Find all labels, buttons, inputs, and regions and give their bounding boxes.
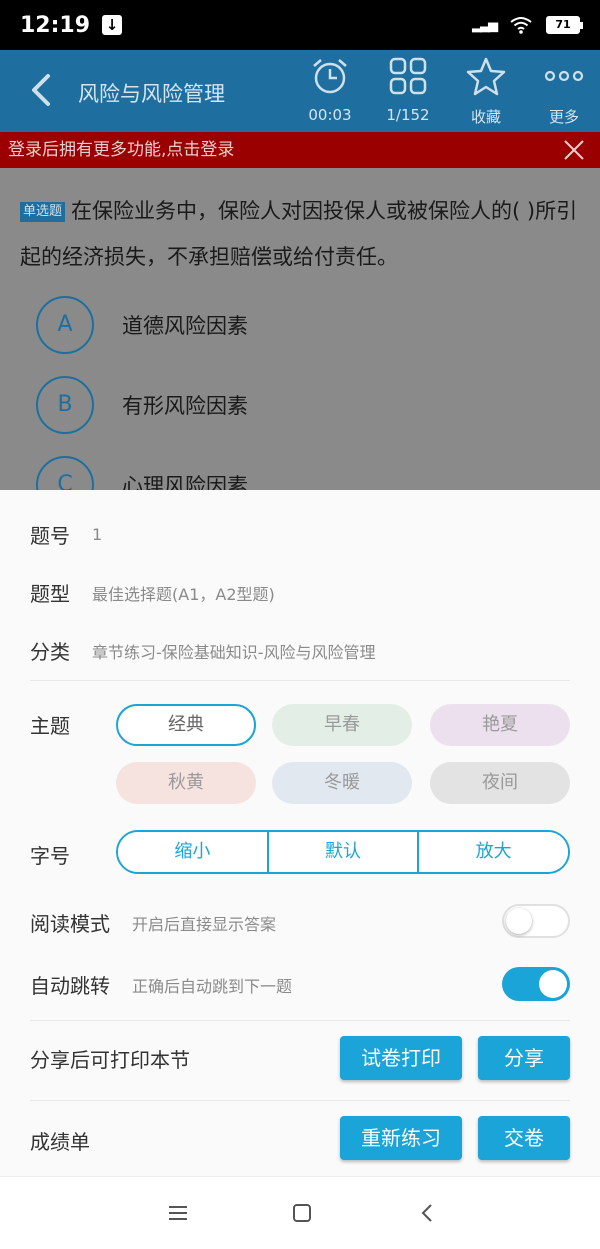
more-label: 更多 xyxy=(548,108,579,126)
option-letter: C xyxy=(36,456,94,490)
share-key: 分享后可打印本节 xyxy=(30,1048,190,1072)
back-icon[interactable] xyxy=(416,1201,440,1225)
font-larger-button[interactable]: 放大 xyxy=(419,832,568,872)
signal-icon: ▂▃▅ xyxy=(472,17,498,33)
question-type-value: 最佳选择题(A1，A2型题) xyxy=(92,584,275,604)
read-mode-desc: 开启后直接显示答案 xyxy=(132,914,277,934)
print-paper-button[interactable]: 试卷打印 xyxy=(340,1036,462,1080)
timer-button[interactable]: 00:03 xyxy=(295,56,365,124)
auto-jump-key: 自动跳转 xyxy=(30,974,110,998)
submit-paper-button[interactable]: 交卷 xyxy=(478,1116,570,1160)
question-body: 在保险业务中，保险人对因投保人或被保险人的( )所引起的经济损失，不承担赔偿或给… xyxy=(20,199,578,269)
theme-summer-button[interactable]: 艳夏 xyxy=(430,704,570,746)
share-button[interactable]: 分享 xyxy=(478,1036,570,1080)
auto-jump-desc: 正确后自动跳到下一题 xyxy=(132,976,293,996)
read-mode-key: 阅读模式 xyxy=(30,912,110,936)
question-type-key: 题型 xyxy=(30,582,70,606)
toggle-knob xyxy=(539,970,567,998)
theme-classic-button[interactable]: 经典 xyxy=(116,704,256,746)
wifi-icon xyxy=(510,17,532,34)
question-type-row: 题型 最佳选择题(A1，A2型题) xyxy=(30,578,570,607)
divider xyxy=(30,1020,570,1021)
divider xyxy=(30,1100,570,1101)
theme-spring-button[interactable]: 早春 xyxy=(272,704,412,746)
settings-sheet: 题号 1 题型 最佳选择题(A1，A2型题) 分类 章节练习-保险基础知识-风险… xyxy=(0,490,600,1176)
category-value: 章节练习-保险基础知识-风险与风险管理 xyxy=(92,642,376,662)
option-letter: A xyxy=(36,296,94,354)
more-icon xyxy=(544,70,584,82)
app-header: 风险与风险管理 00:03 1/152 收藏 更多 xyxy=(0,50,600,132)
question-number-row: 题号 1 xyxy=(30,520,570,549)
question-text: 单选题 在保险业务中，保险人对因投保人或被保险人的( )所引起的经济损失，不承担赔… xyxy=(20,188,580,280)
option-text: 有形风险因素 xyxy=(122,394,248,418)
category-key: 分类 xyxy=(30,640,70,664)
auto-jump-row: 自动跳转 正确后自动跳到下一题 xyxy=(30,970,570,999)
score-key: 成绩单 xyxy=(30,1130,90,1154)
favorite-button[interactable]: 收藏 xyxy=(451,56,521,127)
theme-key: 主题 xyxy=(30,714,70,738)
theme-night-button[interactable]: 夜间 xyxy=(430,762,570,804)
font-size-segmented-control: 缩小 默认 放大 xyxy=(116,830,570,874)
question-number-key: 题号 xyxy=(30,524,70,548)
question-area: 单选题 在保险业务中，保险人对因投保人或被保险人的( )所引起的经济损失，不承担赔… xyxy=(0,168,600,490)
theme-autumn-button[interactable]: 秋黄 xyxy=(116,762,256,804)
menu-icon[interactable] xyxy=(166,1201,190,1225)
question-number-value: 1 xyxy=(92,525,103,544)
toggle-knob xyxy=(506,908,532,934)
font-default-button[interactable]: 默认 xyxy=(268,832,420,872)
divider xyxy=(30,680,570,681)
alarm-clock-icon xyxy=(313,59,347,94)
login-banner-text: 登录后拥有更多功能,点击登录 xyxy=(8,140,235,160)
read-mode-toggle[interactable] xyxy=(502,904,570,938)
option-c[interactable]: C 心理风险因素 xyxy=(36,456,576,490)
question-type-tag: 单选题 xyxy=(20,202,66,222)
timer-label: 00:03 xyxy=(308,106,352,124)
system-nav-bar xyxy=(0,1176,600,1249)
option-text: 心理风险因素 xyxy=(122,474,248,490)
page-title: 风险与风险管理 xyxy=(78,82,225,106)
status-time: 12:19 xyxy=(20,12,91,38)
read-mode-row: 阅读模式 开启后直接显示答案 xyxy=(30,908,570,937)
font-size-key: 字号 xyxy=(30,844,70,868)
star-icon xyxy=(466,57,506,96)
category-row: 分类 章节练习-保险基础知识-风险与风险管理 xyxy=(30,636,570,665)
option-text: 道德风险因素 xyxy=(122,314,248,338)
font-smaller-button[interactable]: 缩小 xyxy=(118,832,269,872)
status-bar: 12:19 ↓ ▂▃▅ 71 xyxy=(0,0,600,50)
home-icon[interactable] xyxy=(290,1201,314,1225)
download-icon: ↓ xyxy=(102,15,123,35)
grid-icon xyxy=(389,57,427,95)
option-a[interactable]: A 道德风险因素 xyxy=(36,296,576,354)
favorite-label: 收藏 xyxy=(470,108,501,126)
battery-icon: 71 xyxy=(546,16,583,34)
login-banner[interactable]: 登录后拥有更多功能,点击登录 xyxy=(0,132,600,168)
close-icon[interactable] xyxy=(562,138,586,162)
more-button[interactable]: 更多 xyxy=(529,56,599,127)
question-index-label: 1/152 xyxy=(386,106,430,124)
option-letter: B xyxy=(36,376,94,434)
theme-winter-button[interactable]: 冬暖 xyxy=(272,762,412,804)
option-b[interactable]: B 有形风险因素 xyxy=(36,376,576,434)
redo-practice-button[interactable]: 重新练习 xyxy=(340,1116,462,1160)
auto-jump-toggle[interactable] xyxy=(502,967,570,1001)
back-arrow-icon[interactable] xyxy=(22,70,62,110)
question-index-button[interactable]: 1/152 xyxy=(373,56,443,124)
